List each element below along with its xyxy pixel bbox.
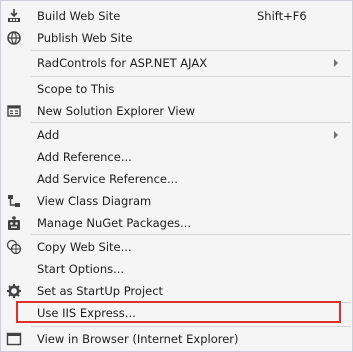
menu-item-radcontrols[interactable]: RadControls for ASP.NET AJAX (1, 51, 352, 75)
menu-item-view-class-diagram[interactable]: View Class Diagram (1, 189, 352, 213)
submenu-arrow-icon (334, 59, 338, 67)
menu-item-publish-web-site[interactable]: Publish Web Site (1, 26, 352, 50)
menu-item-label: Build Web Site (37, 9, 121, 23)
menu-item-view-in-browser[interactable]: View in Browser (Internet Explorer) (1, 327, 352, 351)
menu-item-label: Copy Web Site... (37, 240, 132, 254)
menu-item-label: New Solution Explorer View (37, 104, 196, 118)
menu-item-add-reference[interactable]: Add Reference... (1, 145, 352, 169)
menu-item-label: Add Service Reference... (37, 172, 178, 186)
menu-item-label: Manage NuGet Packages... (37, 216, 192, 230)
copy-web-icon (6, 239, 22, 255)
menu-item-add-service-reference[interactable]: Add Service Reference... (1, 167, 352, 191)
menu-item-copy-web-site[interactable]: Copy Web Site... (1, 235, 352, 259)
menu-item-build-web-site[interactable]: Build Web Site Shift+F6 (1, 4, 352, 28)
menu-item-label: View in Browser (Internet Explorer) (37, 332, 239, 346)
menu-item-label: Publish Web Site (37, 31, 133, 45)
menu-item-shortcut: Shift+F6 (257, 9, 307, 23)
menu-item-scope-to-this[interactable]: Scope to This (1, 77, 352, 101)
submenu-arrow-icon (334, 131, 338, 139)
gear-icon (6, 283, 22, 299)
browser-icon (6, 331, 22, 347)
menu-item-start-options[interactable]: Start Options... (1, 257, 352, 281)
menu-item-label: View Class Diagram (37, 194, 152, 208)
menu-item-add[interactable]: Add (1, 123, 352, 147)
menu-item-set-as-startup-project[interactable]: Set as StartUp Project (1, 279, 352, 303)
highlight-annotation (16, 301, 341, 323)
class-diagram-icon (6, 193, 22, 209)
menu-item-manage-nuget-packages[interactable]: Manage NuGet Packages... (1, 211, 352, 235)
menu-item-label: Add Reference... (37, 150, 132, 164)
menu-item-label: Scope to This (37, 82, 115, 96)
new-view-icon (6, 103, 22, 119)
menu-item-label: Set as StartUp Project (37, 284, 164, 298)
context-menu: Build Web Site Shift+F6 Publish Web Site… (0, 0, 353, 352)
menu-item-label: RadControls for ASP.NET AJAX (37, 56, 208, 70)
build-icon (6, 8, 22, 24)
publish-globe-icon (6, 30, 22, 46)
menu-item-new-solution-explorer-view[interactable]: New Solution Explorer View (1, 99, 352, 123)
menu-item-label: Start Options... (37, 262, 125, 276)
menu-item-label: Add (37, 128, 60, 142)
nuget-icon (6, 215, 22, 231)
